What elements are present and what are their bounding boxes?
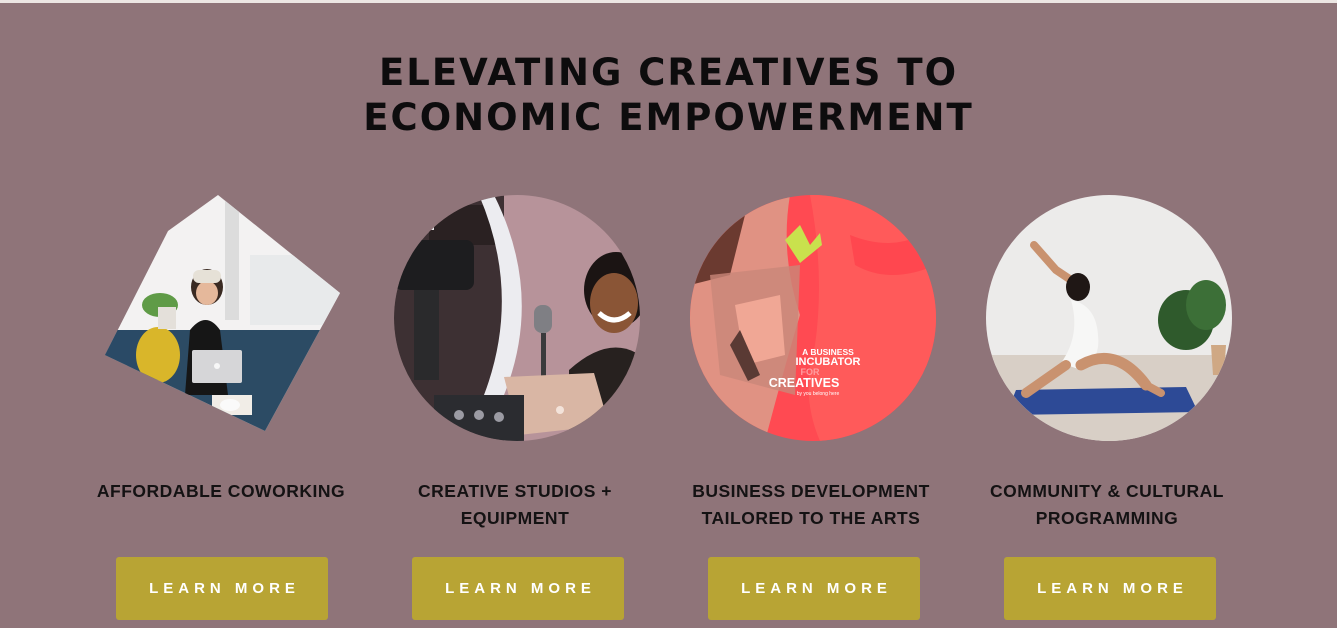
learn-more-community-button[interactable]: LEARN MORE: [1004, 557, 1216, 620]
learn-more-coworking-button[interactable]: LEARN MORE: [116, 557, 328, 620]
graphic-line-4: CREATIVES: [769, 376, 840, 390]
page-headline: ELEVATING CREATIVES TO ECONOMIC EMPOWERM…: [0, 50, 1337, 140]
card-title-line-1: CREATIVE STUDIOS +: [418, 481, 612, 501]
coworking-photo[interactable]: [100, 195, 346, 441]
top-border: [0, 0, 1337, 3]
card-title-line-1: COMMUNITY & CULTURAL: [990, 481, 1224, 501]
podcast-studio-image: [394, 195, 640, 441]
headline-line-2: ECONOMIC EMPOWERMENT: [363, 96, 974, 139]
learn-more-business-button[interactable]: LEARN MORE: [708, 557, 920, 620]
yoga-photo[interactable]: [986, 195, 1232, 441]
headline-line-1: ELEVATING CREATIVES TO: [378, 51, 959, 94]
card-title-line-2: PROGRAMMING: [1035, 508, 1179, 528]
card-title-line-2: TAILORED TO THE ARTS: [701, 508, 921, 528]
card-title-line-1: BUSINESS DEVELOPMENT: [692, 481, 930, 501]
studio-photo[interactable]: [394, 195, 640, 441]
card-title-coworking: AFFORDABLE COWORKING: [76, 478, 366, 505]
incubator-photo[interactable]: A BUSINESS INCUBATOR FOR CREATIVES by yo…: [690, 195, 936, 441]
card-title-community: COMMUNITY & CULTURAL PROGRAMMING: [962, 478, 1252, 532]
card-title-business-development: BUSINESS DEVELOPMENT TAILORED TO THE ART…: [666, 478, 956, 532]
card-title-line-2: EQUIPMENT: [460, 508, 570, 528]
card-title-line-1: AFFORDABLE COWORKING: [96, 481, 346, 501]
yoga-pose-image: [986, 195, 1232, 441]
graphic-line-5: by you belong here: [797, 391, 840, 397]
woman-with-laptop-image: [105, 195, 340, 431]
incubator-graphic-image: A BUSINESS INCUBATOR FOR CREATIVES by yo…: [690, 195, 936, 441]
card-title-studios: CREATIVE STUDIOS + EQUIPMENT: [370, 478, 660, 532]
learn-more-studios-button[interactable]: LEARN MORE: [412, 557, 624, 620]
